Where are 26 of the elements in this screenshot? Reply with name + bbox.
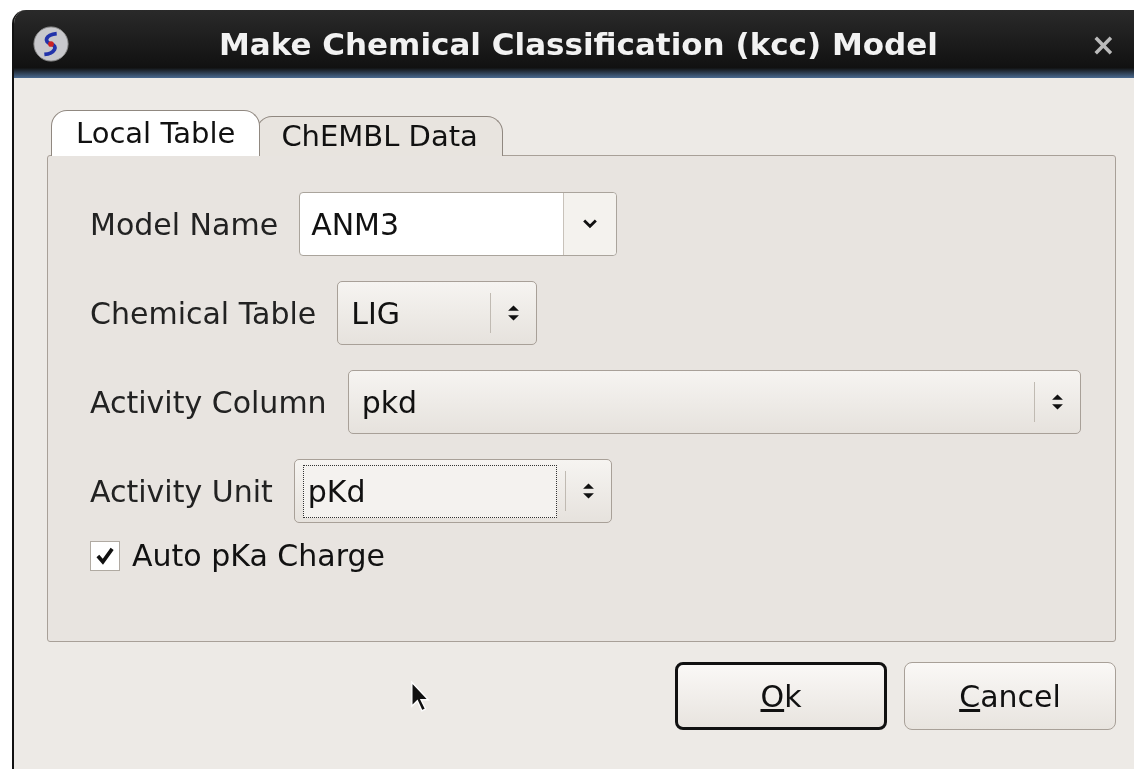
field-label: Activity Column	[90, 384, 327, 420]
app-icon	[32, 25, 70, 63]
cancel-button[interactable]: Cancel	[904, 662, 1116, 730]
combo-value: ANM3	[310, 205, 401, 244]
mouse-pointer-icon	[410, 680, 432, 714]
up-down-arrows-icon	[1051, 392, 1064, 412]
dropdown-value: LIG	[350, 294, 402, 333]
ok-button[interactable]: Ok	[675, 662, 887, 730]
dropdown[interactable]: pKd	[293, 459, 612, 523]
field-label: Activity Unit	[90, 473, 273, 509]
checkbox[interactable]	[90, 540, 120, 571]
combo-box[interactable]: ANM3	[299, 192, 618, 256]
up-down-arrows-icon	[581, 481, 595, 501]
dropdown[interactable]: pkd	[347, 370, 1081, 434]
dropdown[interactable]: LIG	[337, 281, 538, 345]
field-label: Chemical Table	[90, 295, 317, 331]
up-down-arrows-icon	[507, 303, 521, 323]
window-title: Make Chemical Classification (kcc) Model	[217, 26, 939, 62]
dropdown-value: pKd	[302, 464, 557, 518]
field-label: Model Name	[90, 206, 279, 242]
close-button[interactable]: ×	[1086, 26, 1120, 62]
chevron-down-icon	[583, 219, 598, 229]
checkbox-label: Auto pKa Charge	[132, 538, 385, 573]
check-mark-icon	[95, 545, 115, 566]
tab[interactable]: Local Table	[51, 110, 261, 156]
dropdown-value: pkd	[360, 383, 419, 422]
